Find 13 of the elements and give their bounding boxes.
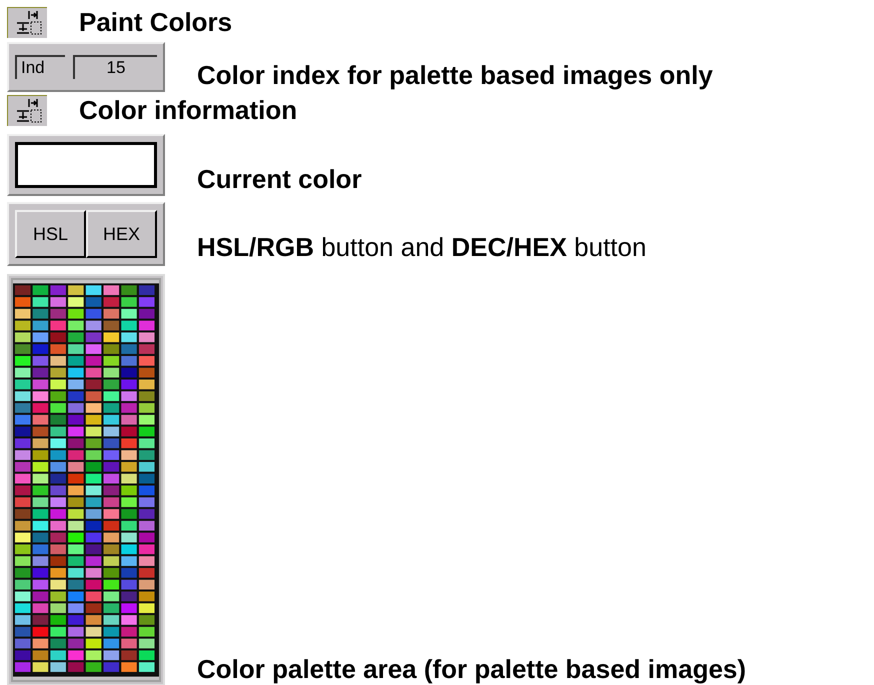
index-field: Ind (15, 55, 65, 79)
toggle-button[interactable]: HSL (15, 210, 86, 258)
toolbar-icon (7, 6, 47, 38)
caption: HSL/RGB button and DEC/HEX button (196, 232, 646, 264)
caption: Color palette area (for palette based images) (196, 654, 746, 685)
section-heading: Paint Colors (79, 7, 232, 37)
caption: Color index for palette based images only (196, 60, 713, 92)
toolbar-icon (7, 94, 47, 126)
section-heading: Color information (79, 95, 298, 125)
toggle-button[interactable]: HEX (86, 210, 157, 258)
index-field: 15 (73, 55, 157, 79)
caption: Current color (196, 164, 362, 196)
palette-drawing[interactable] (11, 278, 161, 682)
